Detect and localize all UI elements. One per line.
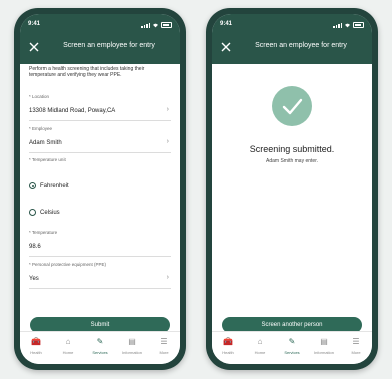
tab-home[interactable]: ⌂ Home: [244, 332, 276, 364]
status-icons: [141, 22, 172, 28]
confirmation-subtitle: Adam Smith may enter.: [266, 158, 318, 164]
employee-field[interactable]: * Employee Adam Smith ›: [29, 126, 171, 153]
screen-title: Screen an employee for entry: [63, 42, 155, 49]
ppe-value: Yes: [29, 276, 39, 282]
chevron-right-icon: ›: [166, 106, 169, 113]
tab-information[interactable]: ▤ Information: [308, 332, 340, 364]
tab-health[interactable]: 🧰 Health: [212, 332, 244, 364]
battery-icon: [161, 22, 172, 28]
confirmation-screen: 9:41 Screen an employee for entry Screen…: [212, 14, 372, 364]
services-icon: ✎: [288, 337, 296, 346]
radio-celsius-label: Celsius: [40, 209, 60, 216]
app-header: 9:41 Screen an employee for entry: [212, 14, 372, 64]
title-bar: Screen an employee for entry: [20, 38, 180, 56]
close-icon[interactable]: [28, 41, 40, 53]
status-bar: 9:41: [28, 21, 172, 31]
tab-information-label: Information: [121, 350, 142, 355]
tab-home-label: Home: [254, 350, 266, 355]
menu-icon: ☰: [160, 337, 168, 346]
temperature-value: 98.6: [29, 244, 41, 250]
status-icons: [333, 22, 364, 28]
tab-services-label: Services: [92, 350, 108, 355]
close-icon[interactable]: [220, 41, 232, 53]
tab-more-label: More: [159, 350, 169, 355]
tab-health-label: Health: [222, 350, 234, 355]
radio-fahrenheit[interactable]: Fahrenheit: [29, 182, 69, 189]
wifi-icon: [345, 23, 350, 28]
tab-services[interactable]: ✎ Services: [84, 332, 116, 364]
health-kit-icon: 🧰: [31, 337, 41, 346]
location-label: * Location: [29, 94, 50, 99]
screen-title: Screen an employee for entry: [255, 42, 347, 49]
tab-health-label: Health: [30, 350, 42, 355]
tab-more[interactable]: ☰ More: [148, 332, 180, 364]
chevron-right-icon: ›: [166, 138, 169, 145]
ppe-label: * Personal protective equipment (PPE): [29, 262, 107, 267]
tab-home[interactable]: ⌂ Home: [52, 332, 84, 364]
home-icon: ⌂: [257, 337, 263, 346]
tab-home-label: Home: [62, 350, 74, 355]
tab-services-label: Services: [284, 350, 300, 355]
confirmation-title: Screening submitted.: [249, 144, 335, 154]
chevron-right-icon: ›: [166, 274, 169, 281]
signal-icon: [333, 23, 342, 28]
tab-information-label: Information: [313, 350, 334, 355]
title-bar: Screen an employee for entry: [212, 38, 372, 56]
temperature-unit-label: * Temperature unit: [29, 157, 66, 162]
location-value: 13308 Midland Road, Poway,CA: [29, 108, 116, 114]
document-icon: ▤: [320, 337, 328, 346]
tab-health[interactable]: 🧰 Health: [20, 332, 52, 364]
menu-icon: ☰: [352, 337, 360, 346]
battery-icon: [353, 22, 364, 28]
ppe-field[interactable]: * Personal protective equipment (PPE) Ye…: [29, 262, 171, 289]
home-icon: ⌂: [65, 337, 71, 346]
app-header: 9:41 Screen an employee for entry: [20, 14, 180, 64]
tab-services[interactable]: ✎ Services: [276, 332, 308, 364]
form-content: Perform a health screening that includes…: [20, 64, 180, 333]
radio-fahrenheit-label: Fahrenheit: [40, 182, 69, 189]
radio-unselected-icon: [29, 209, 36, 216]
confirmation-content: Screening submitted. Adam Smith may ente…: [212, 64, 372, 333]
checkmark-icon: [272, 86, 312, 126]
status-bar: 9:41: [220, 21, 364, 31]
form-screen: 9:41 Screen an employee for entry Perfor…: [20, 14, 180, 364]
tab-bar: 🧰 Health ⌂ Home ✎ Services ▤ Information ☰ Mo…: [20, 331, 180, 364]
phone-confirmation: 9:41 Screen an employee for entry Screen…: [206, 8, 378, 370]
radio-celsius[interactable]: Celsius: [29, 209, 60, 216]
services-icon: ✎: [96, 337, 104, 346]
radio-selected-icon: [29, 182, 36, 189]
wifi-icon: [153, 23, 158, 28]
status-time: 9:41: [220, 21, 233, 27]
tab-more-label: More: [351, 350, 361, 355]
health-kit-icon: 🧰: [223, 337, 233, 346]
tab-bar: 🧰 Health ⌂ Home ✎ Services ▤ Information ☰ Mo…: [212, 331, 372, 364]
tab-information[interactable]: ▤ Information: [116, 332, 148, 364]
tab-more[interactable]: ☰ More: [340, 332, 372, 364]
temperature-label: * Temperature: [29, 230, 58, 235]
employee-value: Adam Smith: [29, 140, 62, 146]
location-field[interactable]: * Location 13308 Midland Road, Poway,CA …: [29, 94, 171, 121]
temperature-field[interactable]: * Temperature 98.6: [29, 230, 171, 257]
employee-label: * Employee: [29, 126, 53, 131]
form-intro: Perform a health screening that includes…: [29, 66, 145, 78]
signal-icon: [141, 23, 150, 28]
phone-form: 9:41 Screen an employee for entry Perfor…: [14, 8, 186, 370]
document-icon: ▤: [128, 337, 136, 346]
status-time: 9:41: [28, 21, 41, 27]
